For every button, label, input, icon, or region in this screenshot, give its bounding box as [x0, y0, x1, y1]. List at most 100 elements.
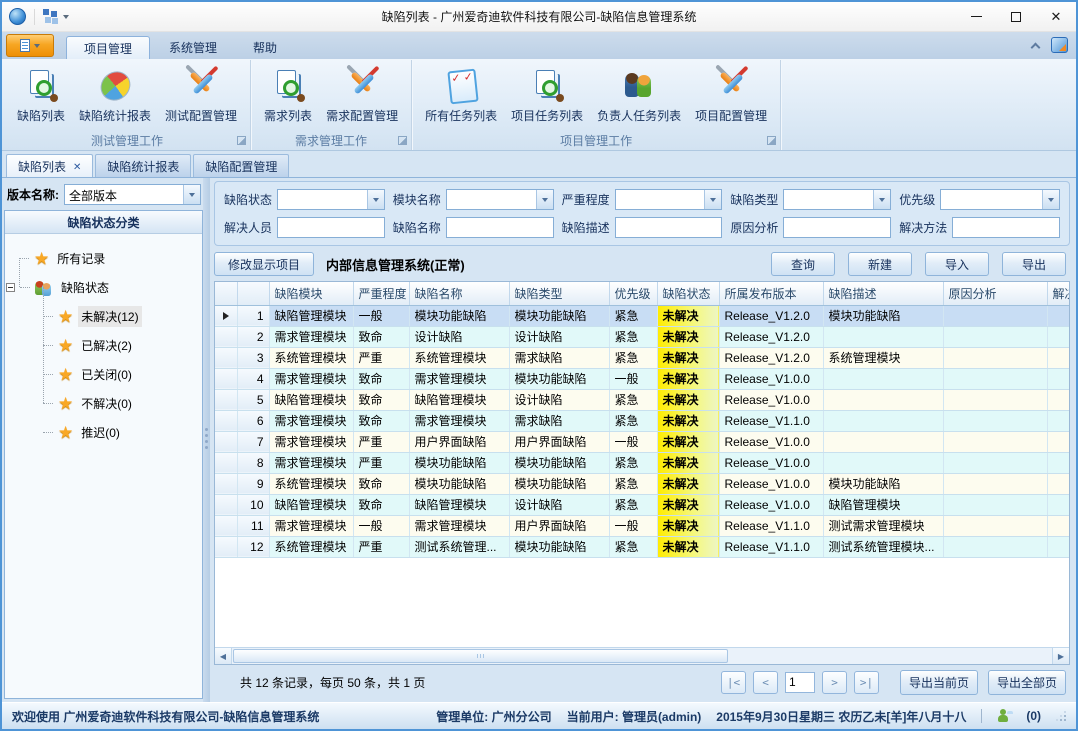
ribbon-tab[interactable]: 项目管理 [66, 36, 150, 59]
data-cell[interactable]: 模块功能缺陷 [509, 473, 609, 494]
row-number-cell[interactable]: 11 [237, 515, 269, 536]
row-number-cell[interactable]: 3 [237, 347, 269, 368]
column-header[interactable]: 优先级 [609, 282, 657, 305]
data-cell[interactable] [823, 452, 943, 473]
row-number-cell[interactable]: 9 [237, 473, 269, 494]
data-cell[interactable] [943, 452, 1047, 473]
data-cell[interactable] [1047, 473, 1069, 494]
export-all-pages-button[interactable]: 导出全部页 [988, 670, 1066, 695]
data-cell[interactable]: 需求管理模块 [269, 326, 353, 347]
data-cell[interactable]: 模块功能缺陷 [509, 305, 609, 326]
data-cell[interactable] [943, 326, 1047, 347]
row-indicator-cell[interactable] [215, 536, 237, 557]
data-cell[interactable] [1047, 389, 1069, 410]
resize-grip-icon[interactable] [1056, 711, 1066, 721]
data-cell[interactable]: Release_V1.1.0 [719, 536, 823, 557]
data-cell[interactable]: Release_V1.0.0 [719, 389, 823, 410]
column-header[interactable]: 缺陷名称 [409, 282, 509, 305]
action-button[interactable]: 新建 [848, 252, 912, 276]
dialog-launcher-icon[interactable] [237, 136, 246, 145]
page-number-input[interactable] [785, 672, 815, 693]
dialog-launcher-icon[interactable] [767, 136, 776, 145]
document-tab[interactable]: 缺陷列表 [6, 154, 93, 177]
chevron-down-icon[interactable] [367, 190, 384, 209]
first-page-button[interactable]: |< [721, 671, 746, 694]
data-cell[interactable]: 紧急 [609, 326, 657, 347]
data-cell[interactable]: Release_V1.1.0 [719, 410, 823, 431]
data-cell[interactable] [823, 368, 943, 389]
data-cell[interactable]: Release_V1.2.0 [719, 326, 823, 347]
scroll-right-icon[interactable]: ▶ [1052, 648, 1069, 664]
data-cell[interactable] [943, 368, 1047, 389]
data-cell[interactable]: 用户界面缺陷 [509, 515, 609, 536]
scrollbar-thumb[interactable] [233, 649, 728, 663]
column-header[interactable]: 缺陷类型 [509, 282, 609, 305]
data-cell[interactable]: 致命 [353, 389, 409, 410]
ribbon-button[interactable]: 所有任务列表 [418, 64, 504, 127]
data-cell[interactable] [943, 473, 1047, 494]
prev-page-button[interactable]: < [753, 671, 778, 694]
data-cell[interactable] [1047, 452, 1069, 473]
data-cell[interactable]: 模块功能缺陷 [409, 305, 509, 326]
data-cell[interactable] [1047, 347, 1069, 368]
data-cell[interactable]: 缺陷管理模块 [269, 305, 353, 326]
filter-text-input[interactable] [446, 217, 554, 238]
data-cell[interactable]: 紧急 [609, 410, 657, 431]
data-cell[interactable]: 模块功能缺陷 [409, 473, 509, 494]
data-cell[interactable]: 设计缺陷 [509, 494, 609, 515]
collapse-icon[interactable] [6, 283, 15, 292]
data-cell[interactable]: 模块功能缺陷 [823, 473, 943, 494]
data-cell[interactable]: 需求缺陷 [509, 410, 609, 431]
chevron-down-icon[interactable] [704, 190, 721, 209]
tree-item[interactable]: 所有记录 [11, 244, 198, 273]
data-cell[interactable]: 紧急 [609, 389, 657, 410]
ribbon-button[interactable]: 需求列表 [257, 64, 319, 127]
data-cell[interactable] [823, 326, 943, 347]
data-cell[interactable]: 模块功能缺陷 [509, 536, 609, 557]
row-number-cell[interactable]: 7 [237, 431, 269, 452]
export-current-page-button[interactable]: 导出当前页 [900, 670, 978, 695]
data-cell[interactable]: 缺陷管理模块 [409, 389, 509, 410]
filter-combo[interactable] [446, 189, 554, 210]
row-number-cell[interactable]: 8 [237, 452, 269, 473]
ribbon-tab[interactable]: 帮助 [236, 36, 294, 59]
collapse-ribbon-icon[interactable] [1031, 42, 1041, 52]
data-cell[interactable]: Release_V1.0.0 [719, 431, 823, 452]
last-page-button[interactable]: >| [854, 671, 879, 694]
data-cell[interactable]: Release_V1.2.0 [719, 305, 823, 326]
row-indicator-cell[interactable] [215, 473, 237, 494]
data-cell[interactable] [943, 389, 1047, 410]
status-cell[interactable]: 未解决 [657, 326, 719, 347]
ribbon-button[interactable]: 缺陷列表 [10, 64, 72, 127]
ribbon-button[interactable]: 负责人任务列表 [590, 64, 688, 127]
data-cell[interactable] [823, 410, 943, 431]
tree-item[interactable]: 已关闭(0) [11, 360, 198, 389]
filter-text-input[interactable] [277, 217, 385, 238]
filter-text-input[interactable] [615, 217, 723, 238]
row-indicator-cell[interactable] [215, 347, 237, 368]
data-cell[interactable]: 需求管理模块 [269, 410, 353, 431]
data-cell[interactable]: 紧急 [609, 452, 657, 473]
data-cell[interactable]: 用户界面缺陷 [409, 431, 509, 452]
data-cell[interactable]: 需求管理模块 [409, 368, 509, 389]
data-cell[interactable]: 测试需求管理模块 [823, 515, 943, 536]
row-indicator-cell[interactable] [215, 305, 237, 326]
data-cell[interactable] [1047, 368, 1069, 389]
data-cell[interactable]: 系统管理模块 [409, 347, 509, 368]
column-header[interactable]: 缺陷描述 [823, 282, 943, 305]
data-cell[interactable] [823, 431, 943, 452]
data-cell[interactable] [943, 536, 1047, 557]
data-cell[interactable]: 系统管理模块 [269, 536, 353, 557]
data-cell[interactable]: 缺陷管理模块 [269, 494, 353, 515]
data-cell[interactable]: 设计缺陷 [509, 326, 609, 347]
minimize-button[interactable] [956, 2, 996, 31]
data-cell[interactable]: 严重 [353, 536, 409, 557]
data-cell[interactable]: 一般 [353, 515, 409, 536]
column-header[interactable]: 严重程度 [353, 282, 409, 305]
data-cell[interactable]: 用户界面缺陷 [509, 431, 609, 452]
data-cell[interactable]: 测试系统管理... [409, 536, 509, 557]
data-cell[interactable] [943, 410, 1047, 431]
data-cell[interactable] [1047, 431, 1069, 452]
status-cell[interactable]: 未解决 [657, 347, 719, 368]
data-cell[interactable]: 紧急 [609, 347, 657, 368]
